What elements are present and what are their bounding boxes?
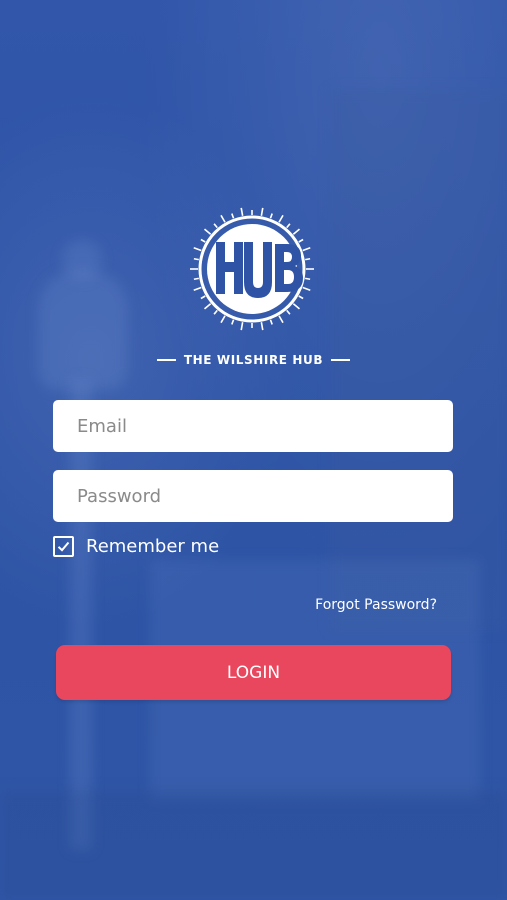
logo-ray bbox=[305, 277, 311, 281]
forgot-password-link[interactable]: Forgot Password? bbox=[315, 597, 437, 613]
checkmark-icon bbox=[57, 541, 70, 552]
login-button[interactable]: LOGIN bbox=[56, 645, 451, 700]
remember-me-label: Remember me bbox=[86, 536, 220, 557]
logo-ray bbox=[220, 214, 226, 223]
logo-ray bbox=[193, 286, 202, 291]
logo-ray bbox=[193, 247, 202, 252]
logo-ray bbox=[278, 315, 284, 324]
logo-ray bbox=[200, 295, 206, 300]
logo-ray bbox=[302, 247, 311, 252]
logo-ray bbox=[286, 223, 291, 229]
logo-ray bbox=[193, 257, 199, 261]
logo-ray bbox=[240, 322, 244, 331]
logo-ray bbox=[302, 286, 311, 291]
remember-me-checkbox[interactable] bbox=[53, 536, 74, 557]
password-input[interactable] bbox=[77, 485, 429, 507]
brand-dash-left bbox=[156, 359, 176, 361]
logo-ray bbox=[240, 207, 244, 216]
logo-ray bbox=[260, 322, 264, 331]
brand-title: THE WILSHIRE HUB bbox=[183, 353, 324, 367]
logo-ray bbox=[292, 228, 301, 235]
brand-dash-right bbox=[331, 359, 351, 361]
logo-ray bbox=[220, 315, 226, 324]
brand-name: THE WILSHIRE HUB bbox=[0, 353, 507, 367]
logo-ray bbox=[231, 319, 235, 325]
logo-ray bbox=[231, 213, 235, 219]
logo-ray bbox=[305, 257, 311, 261]
logo-ray bbox=[292, 303, 301, 310]
logo-ray bbox=[286, 309, 291, 315]
password-field-wrapper[interactable] bbox=[53, 470, 453, 522]
logo-ray bbox=[213, 223, 218, 229]
logo-ray bbox=[269, 319, 273, 325]
logo-ray bbox=[260, 207, 264, 216]
email-field-wrapper[interactable] bbox=[53, 400, 453, 452]
logo-ray bbox=[278, 214, 284, 223]
logo-ray bbox=[298, 238, 304, 243]
logo-ray bbox=[269, 213, 273, 219]
logo-ray bbox=[298, 295, 304, 300]
logo-ray bbox=[213, 309, 218, 315]
background-ground bbox=[0, 790, 507, 900]
logo-ray bbox=[203, 228, 212, 235]
logo-ray bbox=[200, 238, 206, 243]
background-lamp-head bbox=[38, 270, 128, 390]
email-input[interactable] bbox=[77, 415, 429, 437]
hub-logo-icon bbox=[183, 206, 321, 332]
logo-ray bbox=[203, 303, 212, 310]
remember-me-toggle[interactable]: Remember me bbox=[53, 536, 219, 557]
logo-ray bbox=[193, 277, 199, 281]
